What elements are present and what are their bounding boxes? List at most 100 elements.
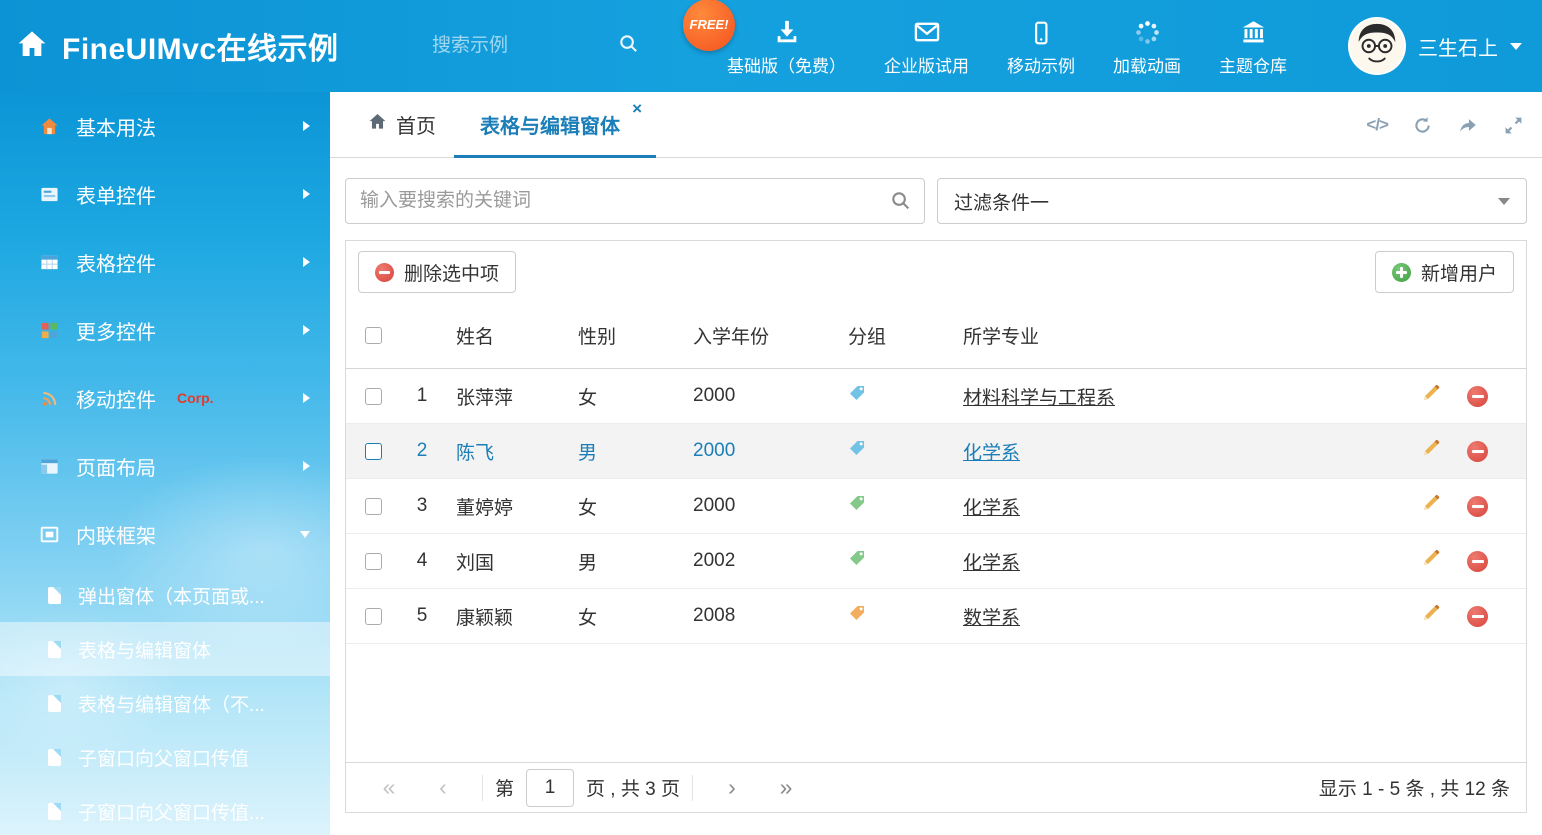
first-page-button[interactable]: « — [362, 774, 416, 801]
delete-row-icon[interactable] — [1467, 496, 1488, 517]
filter-row: 过滤条件一 — [330, 158, 1542, 224]
app-title: FineUIMvc在线示例 — [62, 24, 339, 68]
sidebar-item-form-controls[interactable]: 表单控件 — [0, 160, 330, 228]
sidebar-subitem-child-to-parent-2[interactable]: 子窗口向父窗口传值... — [0, 784, 330, 835]
major-link[interactable]: 材料科学与工程系 — [963, 388, 1115, 409]
nav-item-mobile-demo[interactable]: 移动示例 — [1007, 16, 1075, 77]
tag-icon — [848, 549, 866, 573]
refresh-icon[interactable] — [1412, 115, 1433, 136]
major-link[interactable]: 化学系 — [963, 498, 1020, 519]
tab-toolbar: </> — [1366, 92, 1524, 158]
edit-pencil-icon[interactable] — [1421, 493, 1441, 519]
row-checkbox[interactable] — [365, 553, 382, 570]
column-header-major: 所学专业 — [951, 322, 1399, 349]
sidebar-subitem-child-to-parent[interactable]: 子窗口向父窗口传值 — [0, 730, 330, 784]
sidebar-item-mobile-controls[interactable]: 移动控件 Corp. — [0, 364, 330, 432]
page-number-input[interactable] — [526, 769, 574, 807]
chevron-right-icon — [303, 393, 310, 403]
nav-item-basic-free[interactable]: FREE! 基础版（免费） — [727, 16, 846, 77]
delete-row-icon[interactable] — [1467, 606, 1488, 627]
cell-name: 张萍萍 — [444, 383, 566, 410]
grid-empty-area — [346, 644, 1526, 762]
cell-year: 2008 — [681, 605, 836, 627]
column-header-group: 分组 — [836, 322, 951, 349]
add-user-button[interactable]: 新增用户 — [1375, 251, 1514, 293]
sidebar-subitem-grid-edit-window-2[interactable]: 表格与编辑窗体（不... — [0, 676, 330, 730]
button-label: 新增用户 — [1421, 259, 1497, 286]
sidebar-subitem-grid-edit-window[interactable]: 表格与编辑窗体 — [0, 622, 330, 676]
edit-pencil-icon[interactable] — [1421, 438, 1441, 464]
table-row[interactable]: 5 康颖颖 女 2008 数学系 — [346, 589, 1526, 644]
sidebar-subitem-label: 表格与编辑窗体 — [78, 636, 211, 663]
last-page-button[interactable]: » — [759, 774, 813, 801]
select-all-checkbox[interactable] — [365, 327, 382, 344]
sidebar-nav: 基本用法 表单控件 表格控件 更多控件 移动控件 Corp. — [0, 92, 330, 835]
app-root: FineUIMvc在线示例 FREE! 基础版（免费） 企业版试用 — [0, 0, 1542, 835]
search-icon — [617, 32, 640, 60]
chevron-down-icon — [300, 531, 310, 538]
cell-name: 康颖颖 — [444, 603, 566, 630]
sidebar-subitem-label: 子窗口向父窗口传值... — [78, 798, 265, 825]
main-content: 首页 表格与编辑窗体 × </> — [330, 92, 1542, 835]
edit-pencil-icon[interactable] — [1421, 603, 1441, 629]
nav-item-loading-animation[interactable]: 加载动画 — [1113, 16, 1181, 77]
cell-year: 2000 — [681, 495, 836, 517]
delete-selected-button[interactable]: 删除选中项 — [358, 251, 516, 293]
sidebar-subitem-popup-window[interactable]: 弹出窗体（本页面或... — [0, 568, 330, 622]
nav-item-label: 企业版试用 — [884, 52, 969, 77]
tab-grid-edit-window[interactable]: 表格与编辑窗体 × — [454, 92, 656, 157]
delete-row-icon[interactable] — [1467, 441, 1488, 462]
page-icon — [48, 641, 61, 658]
row-checkbox[interactable] — [365, 388, 382, 405]
sidebar-item-page-layout[interactable]: 页面布局 — [0, 432, 330, 500]
tab-home[interactable]: 首页 — [350, 92, 454, 157]
keyword-search — [345, 178, 925, 224]
nav-item-label: 加载动画 — [1113, 52, 1181, 77]
sidebar-subitem-label: 子窗口向父窗口传值 — [78, 744, 249, 771]
table-row[interactable]: 4 刘国 男 2002 化学系 — [346, 534, 1526, 589]
table-row[interactable]: 1 张萍萍 女 2000 材料科学与工程系 — [346, 369, 1526, 424]
brand[interactable]: FineUIMvc在线示例 — [16, 0, 339, 92]
page-icon — [48, 587, 61, 604]
user-grid: 删除选中项 新增用户 姓名 性别 入学年份 分组 所学专业 1 — [345, 240, 1527, 813]
edit-pencil-icon[interactable] — [1421, 548, 1441, 574]
major-link[interactable]: 化学系 — [963, 553, 1020, 574]
next-page-button[interactable]: › — [705, 774, 759, 801]
edit-pencil-icon[interactable] — [1421, 383, 1441, 409]
cell-year: 2000 — [681, 440, 836, 462]
delete-row-icon[interactable] — [1467, 386, 1488, 407]
delete-row-icon[interactable] — [1467, 551, 1488, 572]
tab-label: 首页 — [396, 110, 436, 139]
chevron-down-icon — [1510, 43, 1522, 50]
expand-icon[interactable] — [1503, 115, 1524, 136]
header-search[interactable] — [432, 26, 640, 66]
table-row-selected[interactable]: 2 陈飞 男 2000 化学系 — [346, 424, 1526, 479]
sidebar-item-basic-usage[interactable]: 基本用法 — [0, 92, 330, 160]
active-tab-underline — [454, 155, 656, 158]
bank-icon — [1240, 16, 1267, 46]
row-checkbox[interactable] — [365, 608, 382, 625]
close-icon[interactable]: × — [632, 100, 642, 117]
frame-icon — [40, 525, 59, 544]
sidebar: 基本用法 表单控件 表格控件 更多控件 移动控件 Corp. — [0, 92, 330, 835]
page-label-prefix: 第 — [495, 774, 514, 801]
keyword-search-input[interactable] — [345, 178, 925, 224]
header-search-input[interactable] — [432, 35, 594, 57]
cell-gender: 男 — [566, 548, 681, 575]
nav-item-theme-store[interactable]: 主题仓库 — [1219, 16, 1287, 77]
previous-page-button[interactable]: ‹ — [416, 774, 470, 801]
nav-item-enterprise-trial[interactable]: 企业版试用 — [884, 16, 969, 77]
table-row[interactable]: 3 董婷婷 女 2000 化学系 — [346, 479, 1526, 534]
row-checkbox[interactable] — [365, 498, 382, 515]
filter-dropdown[interactable]: 过滤条件一 — [937, 178, 1527, 224]
source-code-icon[interactable]: </> — [1366, 115, 1388, 135]
sidebar-item-inline-frame[interactable]: 内联框架 — [0, 500, 330, 568]
sidebar-item-more-controls[interactable]: 更多控件 — [0, 296, 330, 364]
share-icon[interactable] — [1457, 114, 1479, 136]
major-link[interactable]: 化学系 — [963, 443, 1020, 464]
sidebar-item-grid-controls[interactable]: 表格控件 — [0, 228, 330, 296]
column-header-year: 入学年份 — [681, 322, 836, 349]
row-checkbox[interactable] — [365, 443, 382, 460]
major-link[interactable]: 数学系 — [963, 608, 1020, 629]
user-menu[interactable]: 三生石上 — [1348, 0, 1522, 92]
